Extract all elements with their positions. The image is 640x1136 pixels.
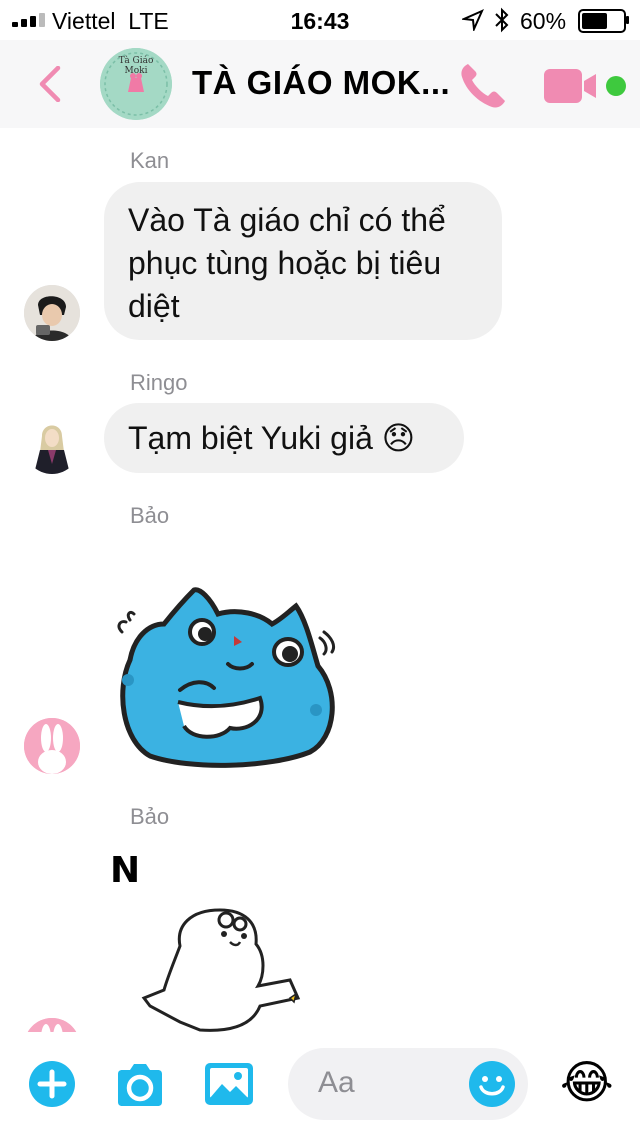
- message-input-placeholder: Aa: [318, 1066, 355, 1099]
- white-bear-sticker[interactable]: [140, 906, 310, 1032]
- disappointed-emoji: 😞: [381, 419, 416, 457]
- status-bar: Viettel LTE 16:43 60%: [0, 0, 640, 40]
- group-avatar[interactable]: Tà Giáo Moki: [100, 48, 172, 120]
- back-chevron-icon[interactable]: [32, 66, 68, 102]
- message-text: Tạm biệt Yuki giả: [128, 420, 373, 456]
- message-bubble[interactable]: Vào Tà giáo chỉ có thể phục tùng hoặc bị…: [104, 182, 502, 340]
- phone-call-icon[interactable]: [458, 60, 510, 110]
- battery-icon: [578, 9, 626, 33]
- chat-title[interactable]: TÀ GIÁO MOK...: [192, 64, 450, 102]
- message-bubble[interactable]: Tạm biệt Yuki giả 😞: [104, 403, 464, 473]
- message-content: Tạm biệt Yuki giả 😞: [104, 403, 464, 460]
- blue-cat-sticker[interactable]: [110, 580, 342, 770]
- sticker-caption: N: [110, 850, 141, 891]
- sender-name: Bảo: [130, 804, 170, 829]
- add-plus-icon[interactable]: [28, 1060, 76, 1108]
- battery-tip: [626, 16, 629, 24]
- avatar-kan[interactable]: [24, 285, 80, 341]
- message-text: Vào Tà giáo chỉ có thể phục tùng hoặc bị…: [128, 202, 446, 324]
- online-status-dot: [606, 76, 626, 96]
- person-avatar-icon: [24, 285, 80, 341]
- anime-character-avatar-icon: [24, 418, 80, 474]
- camera-icon[interactable]: [114, 1062, 166, 1108]
- avatar-bao[interactable]: [24, 718, 80, 774]
- location-icon: [462, 9, 484, 31]
- sender-name: Kan: [130, 148, 170, 173]
- smiley-emoji-icon[interactable]: [468, 1060, 516, 1108]
- sender-name: Bảo: [130, 503, 170, 528]
- gallery-image-icon[interactable]: [204, 1062, 254, 1106]
- bluetooth-icon: [495, 7, 509, 33]
- sender-name: Ringo: [130, 370, 188, 395]
- video-call-icon[interactable]: [542, 66, 602, 106]
- group-avatar-text: Tà Giáo Moki: [118, 56, 154, 76]
- battery-percent: 60%: [520, 8, 567, 34]
- laughing-emoji-button[interactable]: 😂: [560, 1054, 614, 1110]
- rabbit-avatar-icon: [24, 718, 80, 774]
- avatar-ringo[interactable]: [24, 418, 80, 474]
